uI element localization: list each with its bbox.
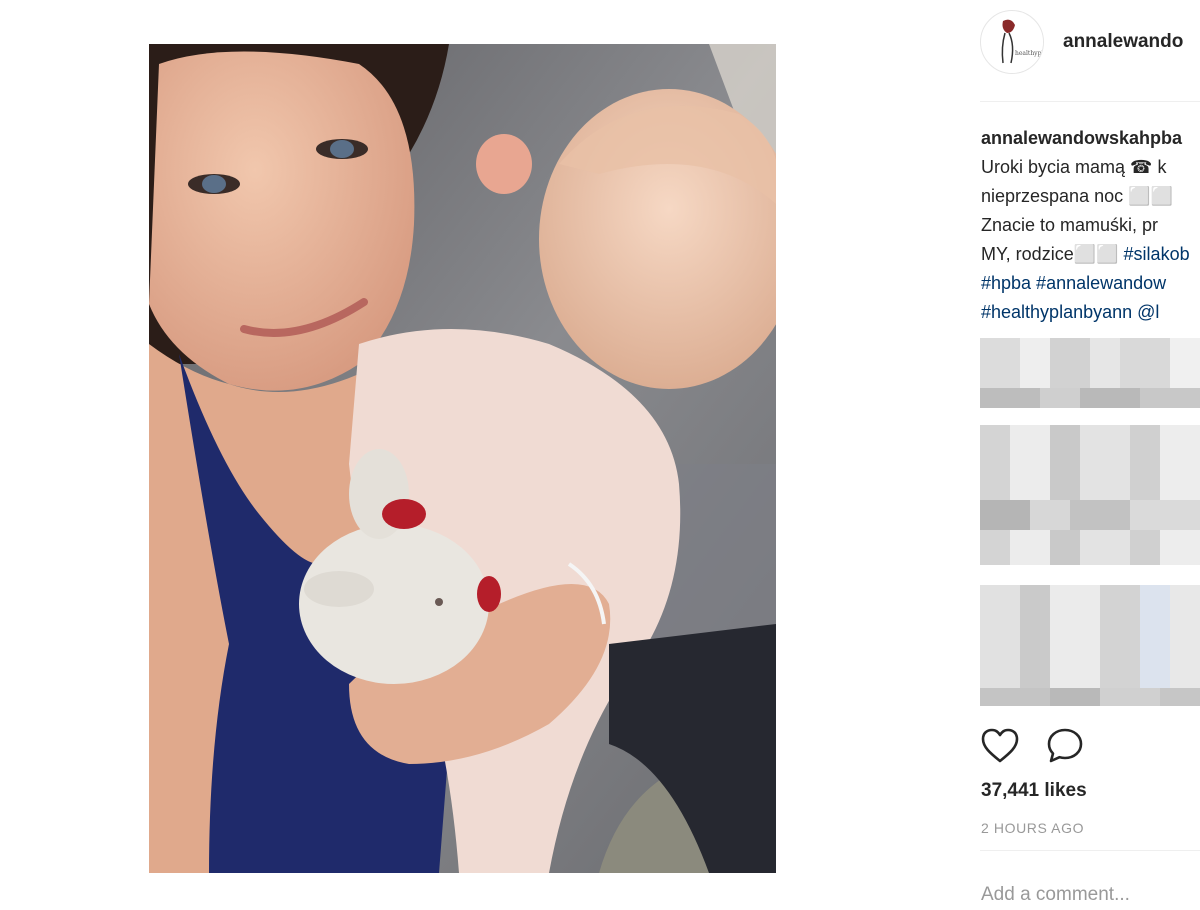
hashtag-line-hpba[interactable]: #hpba #annalewandow — [981, 269, 1200, 298]
blurred-comment-2 — [980, 425, 1200, 565]
blurred-comment-3 — [980, 585, 1200, 705]
caption-line-1: Uroki bycia mamą ☎ k — [981, 157, 1167, 177]
avatar-logo: healthyplanbyann — [983, 13, 1044, 73]
likes-count[interactable]: 37,441 likes — [981, 780, 1087, 802]
comment-divider — [980, 850, 1200, 851]
photo-illustration — [149, 44, 776, 873]
caption-line-4: MY, rodzice⬜⬜ #silakob — [981, 240, 1200, 269]
blurred-comment-3b — [980, 688, 1200, 706]
avatar-text: healthyplanbyann — [1015, 50, 1044, 57]
like-button[interactable] — [980, 727, 1020, 765]
caption-line-2: nieprzespana noc ⬜⬜ — [981, 186, 1173, 206]
post-photo[interactable] — [149, 44, 776, 873]
comment-input[interactable] — [981, 880, 1200, 910]
post-username[interactable]: annalewando — [1063, 31, 1183, 53]
heart-icon — [981, 728, 1019, 763]
caption: annalewandowskahpba Uroki bycia mamą ☎ k… — [981, 124, 1200, 327]
header-divider — [980, 101, 1200, 102]
hashtag-line-healthyplanbyann[interactable]: #healthyplanbyann @l — [981, 298, 1200, 327]
caption-line-3: Znacie to mamuśki, pr — [981, 215, 1159, 235]
avatar[interactable]: healthyplanbyann — [980, 10, 1044, 74]
comment-button[interactable] — [1045, 727, 1085, 765]
hashtag-silakobiet[interactable]: #silakob — [1124, 244, 1190, 264]
speech-bubble-icon — [1047, 728, 1083, 763]
blurred-comment-2b — [980, 500, 1200, 530]
caption-username[interactable]: annalewandowskahpba — [981, 128, 1182, 148]
caption-line-4-text: MY, rodzice⬜⬜ — [981, 244, 1124, 264]
blurred-comment-1b — [980, 388, 1200, 408]
post-timestamp[interactable]: 2 HOURS AGO — [981, 820, 1084, 836]
